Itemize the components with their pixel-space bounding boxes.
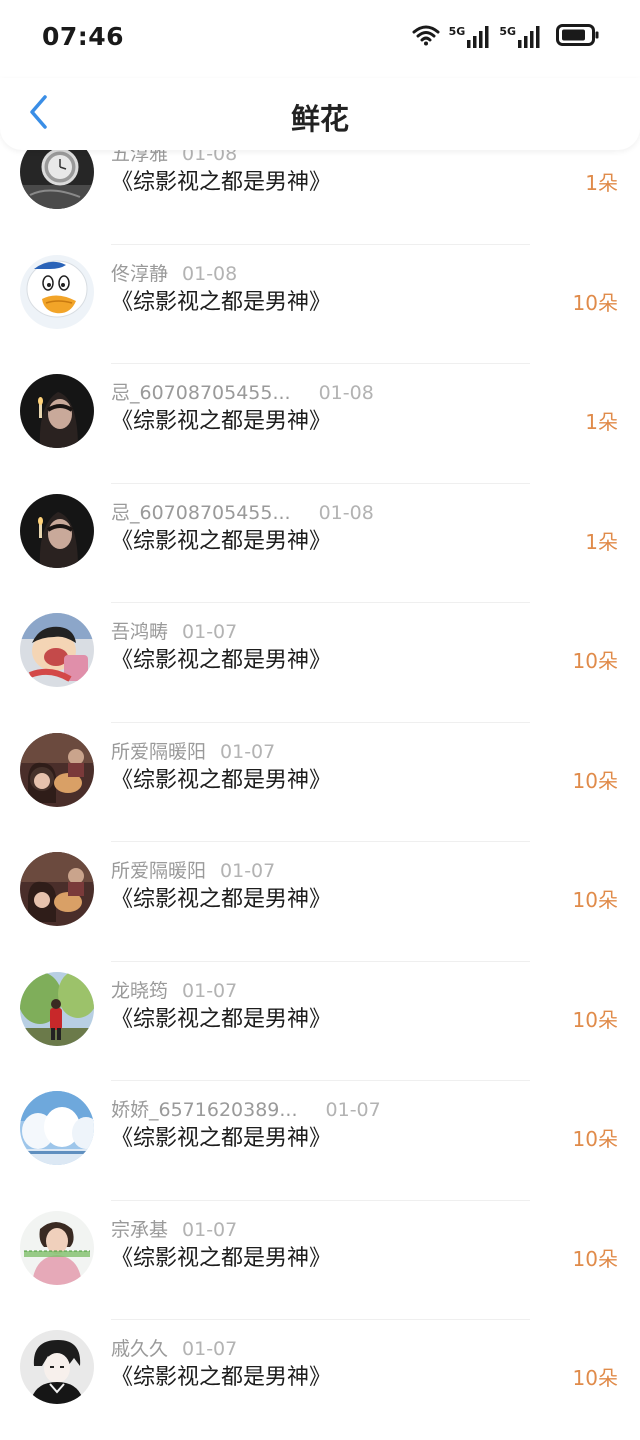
book-title[interactable]: 《综影视之都是男神》 [111,403,331,435]
item-meta: 龙晓筠 01-07 [111,976,237,1003]
user-name[interactable]: 宗承基 [111,1219,168,1241]
signal-5g-icon: 5G [449,25,492,48]
item-meta: 所爱隔暖阳 01-07 [111,737,275,764]
status-bar: 07:46 5G 5G [0,0,640,78]
book-title[interactable]: 《综影视之都是男神》 [111,762,331,794]
avatar[interactable] [20,1091,94,1165]
avatar[interactable] [20,971,94,1046]
user-name[interactable]: 龙晓筠 [111,980,168,1002]
avatar[interactable] [20,374,94,448]
book-title[interactable]: 《综影视之都是男神》 [111,523,331,555]
list-item[interactable]: 吾鸿畴 01-07 《综影视之都是男神》 10朵 [0,603,640,723]
book-title[interactable]: 《综影视之都是男神》 [111,284,331,316]
list-item[interactable]: 佟淳静 01-08 《综影视之都是男神》 10朵 [0,245,640,364]
item-date: 01-08 [318,501,374,524]
user-name[interactable]: 吾鸿畴 [111,621,168,643]
user-name[interactable]: 所爱隔暖阳 [111,860,206,882]
user-name[interactable]: 戚久久 [111,1338,168,1360]
item-date: 01-07 [182,1218,238,1241]
avatar[interactable] [20,254,94,329]
list-item[interactable]: 忌_60708705455... 01-08 《综影视之都是男神》 1朵 [0,484,640,603]
book-title[interactable]: 《综影视之都是男神》 [111,1240,331,1272]
item-date: 01-07 [182,621,238,643]
item-date: 01-07 [220,740,276,763]
item-date: 01-08 [318,382,374,404]
flower-amount: 10朵 [572,888,618,912]
item-date: 01-07 [182,1338,238,1360]
signal-5g-icon: 5G [499,25,542,48]
item-meta: 所爱隔暖阳 01-07 [111,856,275,883]
status-time: 07:46 [42,22,125,51]
item-meta: 佟淳静 01-08 [111,259,237,286]
item-date: 01-07 [220,860,276,882]
user-name[interactable]: 佟淳静 [111,263,168,285]
flower-list: 五淳雅 01-08 《综影视之都是男神》 1朵 佟淳静 01-08 《综影视之都是男… [0,135,640,1440]
list-item[interactable]: 宗承基 01-07 《综影视之都是男神》 10朵 [0,1201,640,1320]
item-meta: 娇娇_6571620389... 01-07 [111,1095,381,1122]
flower-amount: 10朵 [572,1246,618,1271]
user-name[interactable]: 娇娇_6571620389... [111,1099,298,1121]
user-name[interactable]: 所爱隔暖阳 [111,741,206,763]
flower-amount: 10朵 [572,1366,618,1390]
item-meta: 忌_60708705455... 01-08 [111,498,374,525]
nav-bar: 鲜花 [0,78,640,150]
item-meta: 戚久久 01-07 [111,1334,237,1361]
list-item[interactable]: 戚久久 01-07 《综影视之都是男神》 10朵 [0,1320,640,1440]
item-meta: 宗承基 01-07 [111,1215,237,1242]
avatar[interactable] [20,732,94,807]
flower-amount: 10朵 [572,768,618,793]
avatar[interactable] [20,1330,94,1404]
item-date: 01-07 [182,979,238,1002]
list-item[interactable]: 娇娇_6571620389... 01-07 《综影视之都是男神》 10朵 [0,1081,640,1201]
list-item[interactable]: 龙晓筠 01-07 《综影视之都是男神》 10朵 [0,962,640,1081]
flower-amount: 10朵 [572,1007,618,1032]
flower-amount: 10朵 [572,1127,618,1151]
flower-amount: 1朵 [585,529,618,554]
wifi-icon [411,24,441,50]
user-name[interactable]: 忌_60708705455... [111,382,291,404]
flower-amount: 1朵 [585,171,618,195]
page-title: 鲜花 [290,102,349,136]
user-name[interactable]: 忌_60708705455... [111,502,291,524]
book-title[interactable]: 《综影视之都是男神》 [111,164,331,196]
book-title[interactable]: 《综影视之都是男神》 [111,1001,331,1033]
avatar[interactable] [20,613,94,687]
flower-amount: 10朵 [572,649,618,673]
item-date: 01-08 [182,262,238,285]
book-title[interactable]: 《综影视之都是男神》 [111,1120,331,1152]
battery-icon [556,24,600,50]
item-meta: 吾鸿畴 01-07 [111,617,237,644]
status-icons: 5G 5G [411,24,600,50]
book-title[interactable]: 《综影视之都是男神》 [111,881,331,913]
avatar[interactable] [20,852,94,926]
list-item[interactable]: 所爱隔暖阳 01-07 《综影视之都是男神》 10朵 [0,842,640,962]
list-item[interactable]: 所爱隔暖阳 01-07 《综影视之都是男神》 10朵 [0,723,640,842]
avatar[interactable] [20,1210,94,1285]
avatar[interactable] [20,493,94,568]
book-title[interactable]: 《综影视之都是男神》 [111,1359,331,1391]
book-title[interactable]: 《综影视之都是男神》 [111,642,331,674]
flower-amount: 1朵 [585,410,618,434]
item-meta: 忌_60708705455... 01-08 [111,378,374,405]
flower-amount: 10朵 [572,290,618,315]
list-item[interactable]: 忌_60708705455... 01-08 《综影视之都是男神》 1朵 [0,364,640,484]
item-date: 01-07 [325,1099,381,1121]
